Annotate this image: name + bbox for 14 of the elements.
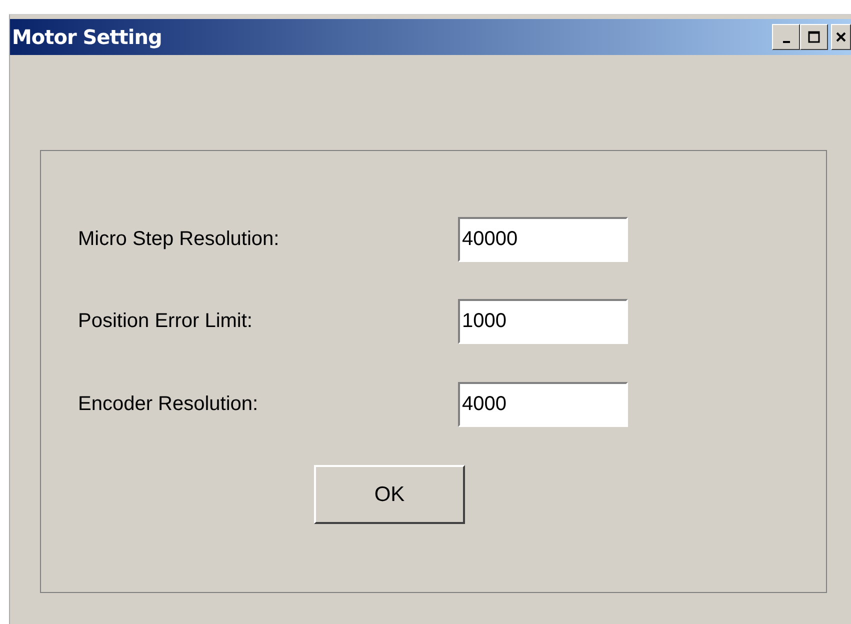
field-label: Encoder Resolution: bbox=[78, 393, 260, 416]
maximize-icon bbox=[807, 30, 821, 44]
close-icon bbox=[835, 30, 847, 44]
input-field[interactable]: 40000 bbox=[458, 217, 628, 262]
window-title: Motor Setting bbox=[11, 25, 162, 49]
field-label: Position Error Limit: bbox=[78, 310, 254, 333]
input-field[interactable]: 1000 bbox=[458, 299, 628, 344]
ok-button[interactable]: OK bbox=[314, 465, 465, 524]
input-field[interactable]: 4000 bbox=[458, 382, 628, 427]
maximize-button[interactable] bbox=[800, 24, 828, 50]
close-button[interactable] bbox=[831, 24, 851, 50]
field-label: Micro Step Resolution: bbox=[78, 228, 280, 251]
minimize-button[interactable] bbox=[772, 24, 800, 50]
minimize-icon bbox=[782, 41, 790, 43]
